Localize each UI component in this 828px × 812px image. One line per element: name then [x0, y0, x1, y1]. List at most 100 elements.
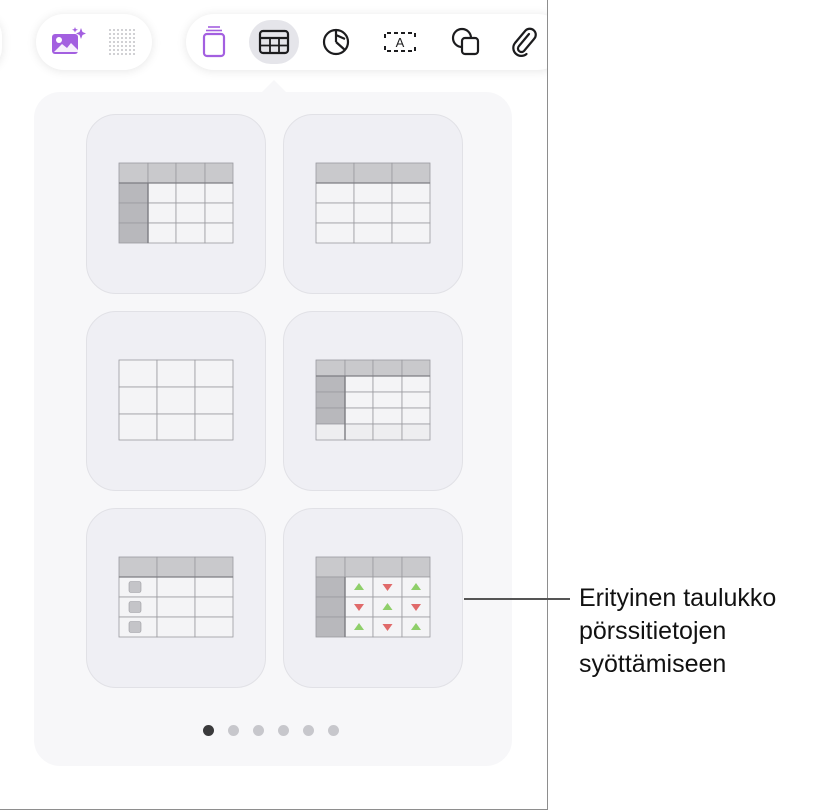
grid-dot [121, 49, 123, 51]
grid-dot [117, 49, 119, 51]
grid-dot [129, 49, 131, 51]
grid-dot [129, 29, 131, 31]
page-dot[interactable] [253, 725, 264, 736]
table-cell [315, 616, 346, 638]
table-cell [156, 413, 196, 441]
grid-dot [113, 33, 115, 35]
grid-dot [109, 41, 111, 43]
table-cell [315, 202, 355, 224]
grid-dot [117, 37, 119, 39]
grid-dot [113, 45, 115, 47]
table-cell [156, 576, 196, 598]
shapes-icon[interactable] [444, 20, 488, 64]
table-cell [315, 359, 346, 377]
grid-dot [133, 45, 135, 47]
photo-sparkle-icon[interactable] [46, 20, 90, 64]
table-cell [401, 407, 431, 425]
table-cell [401, 391, 431, 409]
table-cell [344, 359, 374, 377]
grid-dot [129, 33, 131, 35]
table-cell [118, 162, 149, 184]
table-cell [315, 182, 355, 204]
table-cell [194, 413, 234, 441]
table-cell [147, 202, 177, 224]
table-cell [315, 556, 346, 578]
page-dot[interactable] [303, 725, 314, 736]
table-cell [372, 423, 403, 441]
page-indicator[interactable] [203, 725, 339, 736]
callout-label: Erityinen taulukko pörssitietojen syöttä… [579, 582, 828, 681]
table-cell [118, 359, 158, 388]
grid-dot [117, 33, 119, 35]
table-cell [175, 222, 206, 244]
grid-dot [109, 53, 111, 55]
table-cell [118, 202, 149, 224]
table-cell [147, 222, 177, 244]
page-dot[interactable] [228, 725, 239, 736]
grid-dot [121, 53, 123, 55]
table-cell [372, 391, 403, 409]
table-style-checklist[interactable] [86, 508, 266, 688]
table-cell [401, 556, 431, 578]
table-cell [204, 162, 234, 184]
table-cell [315, 375, 346, 393]
table-cell [315, 391, 346, 409]
grid-dot [121, 37, 123, 39]
table-cell [194, 616, 234, 638]
table-style-stock[interactable] [283, 508, 463, 688]
grid-dot [133, 33, 135, 35]
grid-dot [125, 49, 127, 51]
table-cell [156, 596, 196, 618]
paperclip-icon[interactable] [502, 20, 546, 64]
table-cell [391, 202, 431, 224]
table-style-popover [34, 92, 512, 766]
grid-dot [133, 29, 135, 31]
grid-dot [113, 37, 115, 39]
text-frame-icon[interactable]: A [378, 20, 422, 64]
toolbar-edge [0, 14, 2, 70]
callout-line-3: syöttämiseen [579, 650, 727, 678]
grid-dot [125, 45, 127, 47]
table-cell [156, 616, 196, 638]
page-dot[interactable] [203, 725, 214, 736]
table-style-plain[interactable] [86, 311, 266, 491]
table-cell [315, 423, 346, 441]
table-cell [118, 386, 158, 415]
grid-dot [109, 49, 111, 51]
table-cell [118, 222, 149, 244]
page-dot[interactable] [328, 725, 339, 736]
grid-dot [125, 41, 127, 43]
table-cell [147, 182, 177, 204]
text-box-icon[interactable] [192, 20, 236, 64]
checkbox-mark [128, 621, 142, 633]
grid-dot [125, 37, 127, 39]
callout-line-1: Erityinen taulukko [579, 584, 777, 612]
table-style-header-row[interactable] [283, 114, 463, 294]
table-cell [372, 407, 403, 425]
dot-grid-icon[interactable] [100, 20, 144, 64]
table-cell [344, 407, 374, 425]
table-cell [344, 423, 374, 441]
grid-dot [125, 29, 127, 31]
grid-dot [121, 29, 123, 31]
table-cell [372, 359, 403, 377]
grid-dot [121, 33, 123, 35]
table-cell [194, 359, 234, 388]
table-icon[interactable] [249, 20, 299, 64]
grid-dot [125, 33, 127, 35]
grid-dot [133, 53, 135, 55]
chart-icon[interactable] [314, 20, 358, 64]
table-style-header-row-column[interactable] [86, 114, 266, 294]
table-cell [401, 423, 431, 441]
popover-arrow [262, 80, 286, 92]
grid-dot [121, 45, 123, 47]
table-cell [204, 182, 234, 204]
grid-dot [117, 53, 119, 55]
grid-dot [113, 53, 115, 55]
table-cell [315, 576, 346, 598]
page-dot[interactable] [278, 725, 289, 736]
table-cell [204, 202, 234, 224]
table-style-header-footer[interactable] [283, 311, 463, 491]
grid-dot [129, 45, 131, 47]
grid-dot [117, 29, 119, 31]
